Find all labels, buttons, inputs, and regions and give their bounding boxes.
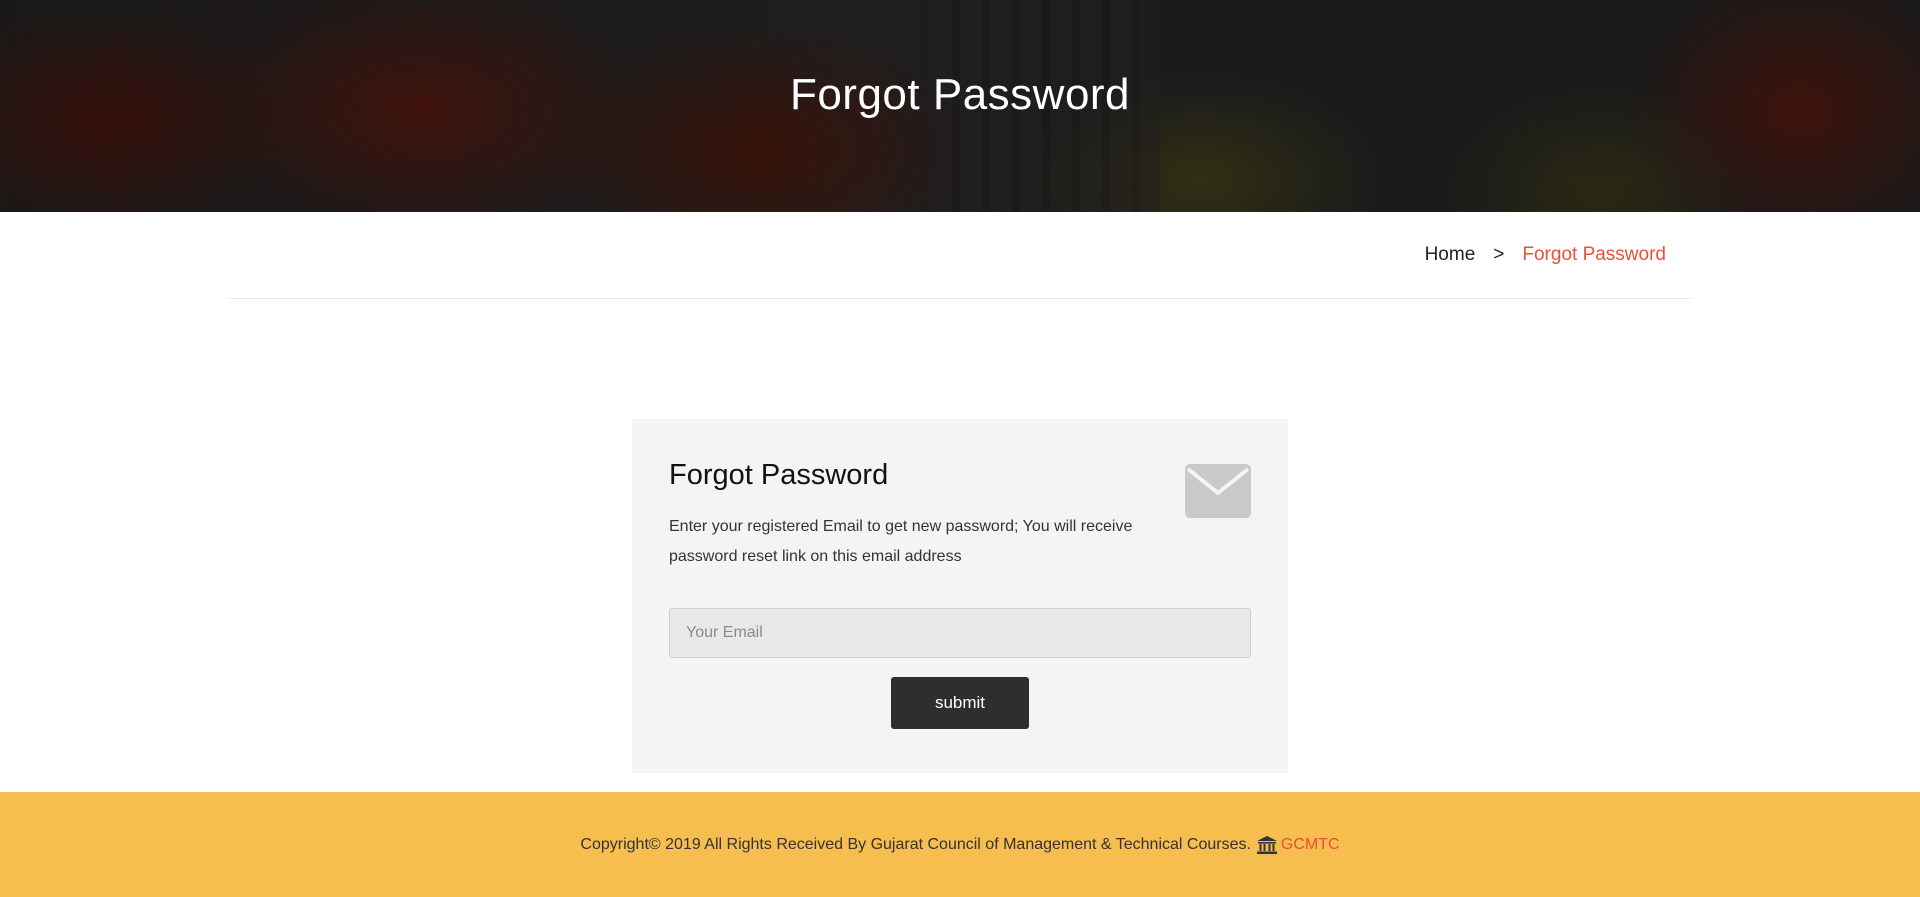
page-title: Forgot Password [789, 70, 1131, 119]
breadcrumb-separator: > [1493, 244, 1505, 265]
submit-button[interactable]: submit [891, 677, 1029, 729]
footer: Copyright© 2019 All Rights Received By G… [0, 792, 1920, 897]
footer-copyright: Copyright© 2019 All Rights Received By G… [580, 835, 1251, 853]
email-input[interactable] [669, 608, 1251, 658]
bank-icon [1256, 835, 1277, 854]
forgot-password-card: Forgot Password Enter your registered Em… [632, 419, 1288, 773]
breadcrumb-home-link[interactable]: Home [1425, 244, 1476, 266]
card-title: Forgot Password [669, 459, 889, 491]
page-banner: Forgot Password [0, 0, 1920, 212]
footer-brand-link[interactable]: GCMTC [1281, 836, 1340, 854]
breadcrumb-current: Forgot Password [1522, 244, 1666, 265]
breadcrumb: Home > Forgot Password [1425, 244, 1666, 266]
envelope-icon [1185, 464, 1251, 518]
breadcrumb-divider [228, 298, 1692, 299]
card-description: Enter your registered Email to get new p… [669, 518, 1133, 565]
